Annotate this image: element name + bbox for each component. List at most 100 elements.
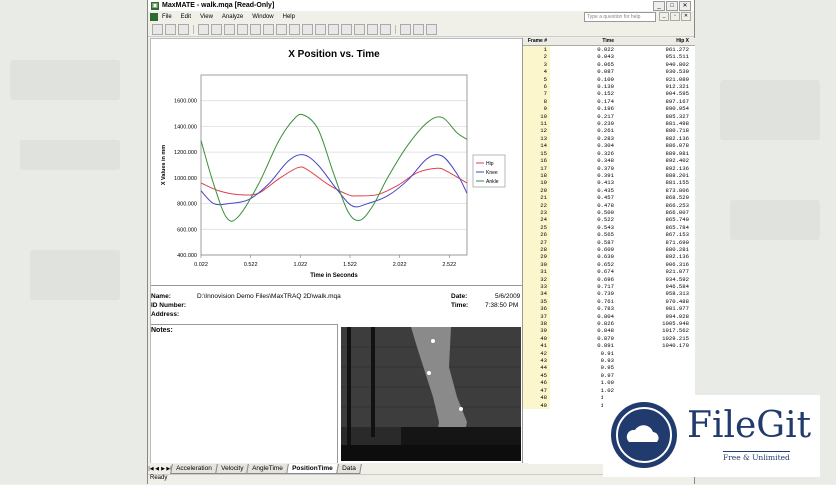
table-row[interactable]: 34 0.739 958.313 — [523, 290, 695, 298]
table-row[interactable]: 24 0.522 865.740 — [523, 216, 695, 224]
menu-analyze[interactable]: Analyze — [222, 14, 243, 20]
table-row[interactable]: 16 0.348 892.402 — [523, 157, 695, 165]
table-row[interactable]: 35 0.761 970.488 — [523, 297, 695, 306]
table-row[interactable]: 25 0.543 865.784 — [523, 223, 695, 232]
table-row[interactable]: 39 0.848 1017.562 — [523, 327, 695, 335]
report-icon[interactable] — [328, 23, 339, 35]
table-row[interactable]: 40 0.870 1029.215 — [523, 334, 695, 343]
table-row[interactable]: 4 0.087 930.530 — [523, 68, 695, 76]
list-icon[interactable] — [302, 23, 313, 35]
measure-icon[interactable] — [276, 23, 287, 35]
table-row[interactable]: 19 0.413 881.155 — [523, 179, 695, 187]
table-row[interactable]: 31 0.674 921.077 — [523, 268, 695, 276]
copy-icon[interactable] — [198, 23, 209, 35]
frame-icon[interactable] — [250, 23, 261, 35]
title-bar[interactable]: ▣ MaxMATE - walk.mqa [Read-Only] _ □ ✕ — [148, 0, 694, 11]
table-row[interactable]: 27 0.587 871.690 — [523, 238, 695, 246]
table-row[interactable]: 43 0.93 — [523, 357, 695, 365]
table-row[interactable]: 5 0.109 921.089 — [523, 75, 695, 84]
cell-frame: 42 — [523, 349, 550, 358]
table-row[interactable]: 22 0.478 866.253 — [523, 201, 695, 209]
table-row[interactable]: 23 0.500 866.007 — [523, 208, 695, 217]
table-row[interactable]: 46 1.00 — [523, 379, 695, 387]
scatter-icon[interactable] — [380, 23, 391, 35]
tools-icon[interactable] — [400, 23, 411, 35]
help-search-input[interactable]: Type a question for help — [584, 11, 656, 22]
table-icon[interactable] — [224, 23, 235, 35]
table-row[interactable]: 47 1.02 — [523, 386, 695, 395]
save-icon[interactable] — [165, 23, 176, 35]
table-row[interactable]: 26 0.565 867.153 — [523, 231, 695, 239]
tab-angletime[interactable]: AngleTime — [246, 463, 289, 474]
cell-time: 0.565 — [597, 231, 614, 239]
doc-minimize-button[interactable]: _ — [659, 12, 669, 21]
table-row[interactable]: 28 0.609 880.281 — [523, 245, 695, 254]
header-frame[interactable]: Frame # — [523, 38, 550, 45]
chart-icon[interactable] — [341, 23, 352, 35]
table-row[interactable]: 15 0.326 889.981 — [523, 149, 695, 158]
cell-time: 0.022 — [597, 46, 614, 53]
video-frame[interactable] — [341, 327, 521, 461]
menu-file[interactable]: File — [162, 14, 172, 20]
table-row[interactable]: 44 0.95 — [523, 364, 695, 372]
table-row[interactable]: 41 0.891 1040.170 — [523, 342, 695, 350]
tab-velocity[interactable]: Velocity — [214, 463, 250, 474]
tab-acceleration[interactable]: Acceleration — [170, 463, 218, 474]
table-row[interactable]: 38 0.826 1005.948 — [523, 320, 695, 328]
cut-icon[interactable] — [178, 23, 189, 35]
line-chart-icon[interactable] — [354, 23, 365, 35]
table-row[interactable]: 20 0.435 873.806 — [523, 186, 695, 195]
y-tick-label: 600.000 — [177, 227, 197, 233]
table-row[interactable]: 42 0.91 — [523, 349, 695, 358]
table-row[interactable]: 12 0.261 880.718 — [523, 127, 695, 135]
menu-window[interactable]: Window — [252, 14, 273, 20]
cell-time: 0.196 — [597, 105, 614, 113]
table-row[interactable]: 18 0.391 888.201 — [523, 171, 695, 180]
menu-edit[interactable]: Edit — [181, 14, 191, 20]
cell-time: 1.02 — [600, 386, 614, 394]
table-row[interactable]: 29 0.630 892.136 — [523, 253, 695, 261]
table-row[interactable]: 33 0.717 946.584 — [523, 283, 695, 291]
doc-restore-button[interactable]: ▫ — [670, 12, 680, 21]
table-row[interactable]: 14 0.304 886.078 — [523, 142, 695, 150]
tab-positiontime[interactable]: PositionTime — [286, 463, 339, 474]
table-row[interactable]: 7 0.152 904.595 — [523, 90, 695, 98]
maximize-button[interactable]: □ — [666, 0, 678, 11]
table-row[interactable]: 17 0.370 892.136 — [523, 164, 695, 172]
close-button[interactable]: ✕ — [679, 0, 691, 11]
settings-icon[interactable] — [413, 23, 424, 35]
menu-view[interactable]: View — [200, 14, 213, 20]
table-row[interactable]: 10 0.217 885.327 — [523, 112, 695, 121]
open-icon[interactable] — [152, 23, 163, 35]
table-row[interactable]: 8 0.174 897.167 — [523, 97, 695, 106]
export-icon[interactable] — [426, 23, 437, 35]
table-row[interactable]: 37 0.804 994.028 — [523, 312, 695, 321]
header-hip-x[interactable]: Hip X — [617, 38, 692, 45]
doc-close-button[interactable]: ✕ — [681, 12, 691, 21]
table-row[interactable]: 1 0.022 961.272 — [523, 46, 695, 54]
table-row[interactable]: 3 0.065 940.802 — [523, 60, 695, 69]
table-row[interactable]: 2 0.043 951.511 — [523, 53, 695, 61]
area-chart-icon[interactable] — [367, 23, 378, 35]
header-time[interactable]: Time — [550, 38, 617, 45]
menu-help[interactable]: Help — [283, 14, 295, 20]
table-row[interactable]: 45 0.97 — [523, 371, 695, 380]
table-row[interactable]: 13 0.283 882.136 — [523, 134, 695, 143]
paste-icon[interactable] — [211, 23, 222, 35]
tab-data[interactable]: Data — [335, 463, 362, 474]
grid-icon[interactable] — [237, 23, 248, 35]
cell-hip-x: 981.977 — [665, 305, 690, 313]
table-row[interactable]: 11 0.239 881.498 — [523, 120, 695, 128]
zoom-icon[interactable] — [263, 23, 274, 35]
columns-icon[interactable] — [315, 23, 326, 35]
cell-hip-x: 867.153 — [665, 231, 690, 239]
table-row[interactable]: 21 0.457 868.520 — [523, 194, 695, 202]
table-row[interactable]: 32 0.696 934.592 — [523, 275, 695, 283]
minimize-button[interactable]: _ — [653, 0, 665, 11]
notes-box[interactable]: Notes: — [151, 324, 338, 465]
layout-icon[interactable] — [289, 23, 300, 35]
table-row[interactable]: 30 0.652 906.316 — [523, 260, 695, 269]
table-row[interactable]: 9 0.196 890.954 — [523, 105, 695, 113]
table-row[interactable]: 36 0.783 981.977 — [523, 305, 695, 313]
table-row[interactable]: 6 0.130 912.321 — [523, 83, 695, 91]
